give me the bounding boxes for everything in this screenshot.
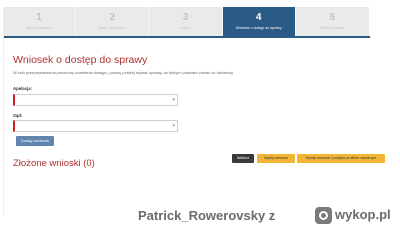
step-number: 3 [182, 12, 189, 23]
appeal-select[interactable]: ▾ [13, 94, 178, 106]
step-1[interactable]: 1 Dane Osobowe I [3, 7, 77, 36]
submitted-requests-title: Złożone wnioski (0) [13, 158, 95, 169]
step-number: 2 [109, 12, 116, 23]
step-number: 5 [329, 12, 336, 23]
court-select[interactable]: ▾ [13, 120, 178, 132]
step-label: Adres [180, 26, 191, 30]
form-hint: W celu przeprowadzenia procedury udziele… [13, 70, 234, 75]
step-2[interactable]: 2 Dane Osobowe II [76, 7, 150, 36]
step-3[interactable]: 3 Adres [149, 7, 223, 36]
step-label: Podsumowanie [320, 26, 345, 30]
page-title: Wniosek o dostęp do sprawy [13, 54, 148, 66]
chevron-down-icon: ▾ [172, 97, 175, 103]
court-label: Sąd: [13, 113, 23, 118]
step-progress: 1 Dane Osobowe I 2 Dane Osobowe II 3 Adr… [3, 7, 369, 36]
step-number: 1 [36, 12, 42, 23]
form-panel: Wniosek o dostęp do sprawy W celu przepr… [3, 36, 370, 216]
wykop-logo-icon [315, 207, 332, 224]
step-4-active[interactable]: 4 Wniosek o dostęp do sprawy [222, 7, 296, 36]
send-and-sign-button[interactable]: Wyślij wniosek i podpisz profilem zaufan… [297, 154, 385, 163]
panel-top-border [4, 36, 370, 38]
watermark-text: Patrick_Rowerovsky z [138, 208, 276, 223]
chevron-down-icon: ▾ [172, 123, 175, 129]
request-access-button[interactable]: Dostęp wniosek [16, 136, 54, 146]
step-5[interactable]: 5 Podsumowanie [296, 7, 369, 36]
watermark: Patrick_Rowerovsky z wykop.pl [0, 200, 400, 227]
back-button[interactable]: Wstecz [232, 154, 254, 163]
step-label: Wniosek o dostęp do sprawy [235, 26, 282, 30]
step-label: Dane Osobowe I [25, 26, 53, 30]
appeal-label: Apelacja: [13, 86, 33, 91]
send-request-button[interactable]: Wyślij wniosek [257, 154, 295, 163]
watermark-brand: wykop.pl [335, 207, 391, 222]
step-number: 4 [255, 12, 262, 23]
step-label: Dane Osobowe II [98, 26, 127, 30]
